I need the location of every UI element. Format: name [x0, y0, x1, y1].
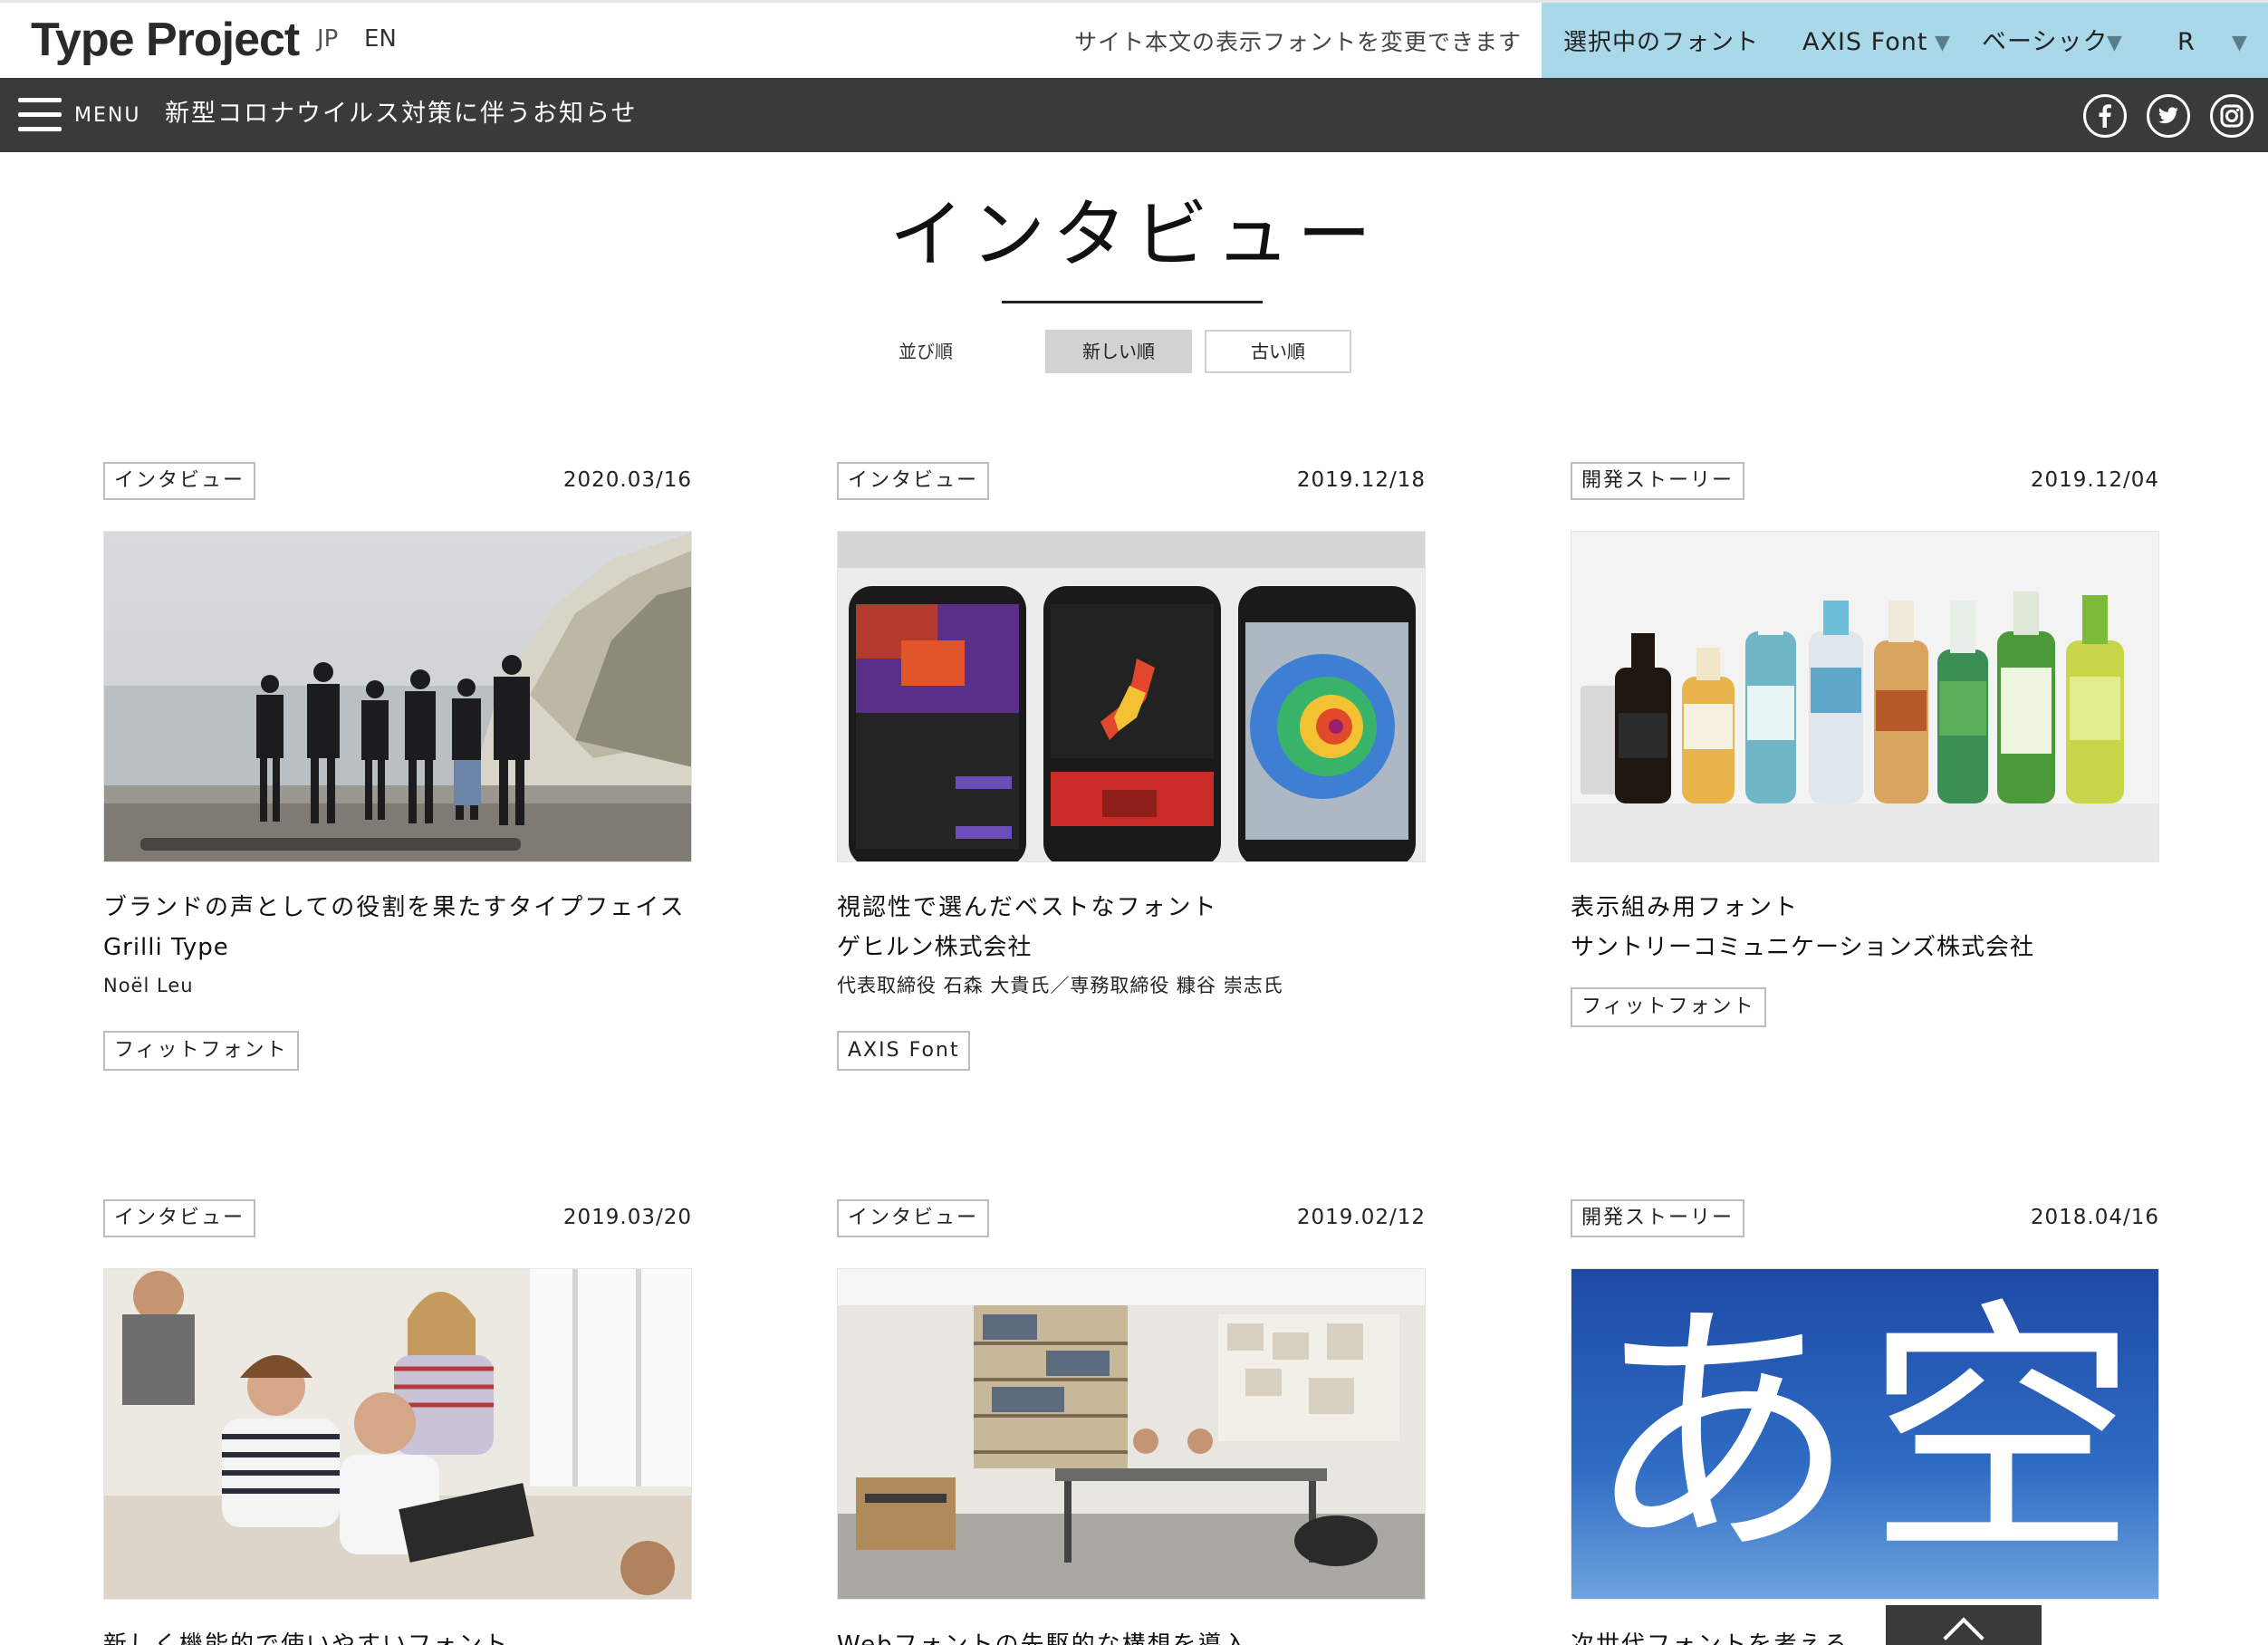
font-change-note: サイト本文の表示フォントを変更できます	[1074, 29, 1523, 55]
facebook-icon[interactable]	[2083, 94, 2127, 138]
selected-font-label: 選択中のフォント	[1563, 29, 1760, 56]
article-title[interactable]: ブランドの声としての役割を果たすタイプフェイス	[103, 890, 685, 926]
article-thumbnail[interactable]: あ空	[1571, 1268, 2159, 1600]
page-title: インタビュー	[889, 192, 1379, 278]
article-card[interactable]: 開発ストーリー 2018.04/16 あ空 次世代フォントを考える	[1571, 1199, 2159, 1645]
article-card[interactable]: インタビュー 2019.02/12 Webフォントの先駆的な構想を導入	[837, 1199, 1426, 1645]
chevron-up-icon	[1943, 1617, 1985, 1645]
article-title[interactable]: Webフォントの先駆的な構想を導入	[837, 1627, 1249, 1645]
article-title[interactable]: 表示組み用フォント	[1571, 890, 1799, 926]
article-card[interactable]: インタビュー 2019.12/18 視認性で選んだベストなフォント ゲヒルン株式…	[837, 462, 1426, 1078]
article-card[interactable]: 開発ストーリー 2019.12/04 表示組み用フォント サントリーコミュニケー…	[1571, 462, 2159, 1042]
article-thumbnail[interactable]	[103, 1268, 692, 1600]
category-tag[interactable]: 開発ストーリー	[1571, 1199, 1745, 1237]
category-tag[interactable]: インタビュー	[837, 462, 990, 500]
chevron-down-icon[interactable]: ▼	[2232, 28, 2247, 59]
article-card[interactable]: インタビュー 2020.03/16 ブランドの声としての役割を果たすタイプフェイ…	[103, 462, 692, 1078]
sort-newest-button[interactable]: 新しい順	[1045, 330, 1192, 373]
article-company: サントリーコミュニケーションズ株式会社	[1571, 934, 2034, 961]
font-selector-panel: 選択中のフォント AXIS Font ▼ ベーシック ▼ R ▼	[1542, 3, 2268, 81]
article-thumbnail[interactable]	[103, 531, 692, 862]
back-to-top-button[interactable]	[1886, 1605, 2042, 1645]
title-underline	[1002, 301, 1263, 303]
main-nav: MENU 新型コロナウイルス対策に伴うお知らせ	[0, 78, 2268, 152]
article-company: Grilli Type	[103, 934, 229, 961]
site-logo[interactable]: Type Project	[31, 8, 300, 72]
instagram-icon[interactable]	[2210, 94, 2254, 138]
font-tag[interactable]: フィットフォント	[1571, 987, 1766, 1027]
category-tag[interactable]: インタビュー	[837, 1199, 990, 1237]
font-family-select[interactable]: AXIS Font	[1802, 24, 1927, 61]
lang-en-link[interactable]: EN	[364, 21, 397, 57]
article-date: 2019.12/04	[2030, 468, 2159, 492]
article-title[interactable]: 視認性で選んだベストなフォント	[837, 890, 1218, 926]
chevron-down-icon[interactable]: ▼	[2107, 28, 2122, 59]
article-date: 2018.04/16	[2030, 1206, 2159, 1229]
font-tag[interactable]: AXIS Font	[837, 1031, 971, 1071]
article-date: 2019.02/12	[1296, 1206, 1426, 1229]
article-thumbnail[interactable]	[1571, 531, 2159, 862]
article-thumbnail[interactable]	[837, 1268, 1426, 1600]
article-title[interactable]: 次世代フォントを考える	[1571, 1627, 1849, 1645]
hamburger-menu-icon[interactable]	[18, 98, 62, 132]
font-weight-select[interactable]: ベーシック	[1982, 24, 2108, 61]
article-date: 2019.03/20	[562, 1206, 692, 1229]
article-date: 2019.12/18	[1296, 468, 1426, 492]
sort-label: 並び順	[899, 341, 953, 362]
article-title[interactable]: 新しく機能的で使いやすいフォント	[103, 1627, 509, 1645]
covid-notice-link[interactable]: 新型コロナウイルス対策に伴うお知らせ	[165, 96, 637, 132]
category-tag[interactable]: インタビュー	[103, 462, 256, 500]
category-tag[interactable]: 開発ストーリー	[1571, 462, 1745, 500]
article-person: 代表取締役 石森 大貴氏／専務取締役 糠谷 崇志氏	[837, 975, 1283, 996]
top-header: Type Project JP EN サイト本文の表示フォントを変更できます 選…	[0, 0, 2268, 81]
menu-label[interactable]: MENU	[74, 100, 140, 132]
font-tag[interactable]: フィットフォント	[103, 1031, 299, 1071]
article-date: 2020.03/16	[562, 468, 692, 492]
twitter-icon[interactable]	[2147, 94, 2190, 138]
category-tag[interactable]: インタビュー	[103, 1199, 256, 1237]
article-company: ゲヒルン株式会社	[837, 934, 1033, 961]
sort-oldest-button[interactable]: 古い順	[1205, 330, 1351, 373]
lang-jp-link[interactable]: JP	[317, 21, 338, 57]
article-card[interactable]: インタビュー 2019.03/20 新しく機能的で使いやすいフォント	[103, 1199, 692, 1645]
chevron-down-icon[interactable]: ▼	[1935, 28, 1950, 59]
font-style-select[interactable]: R	[2177, 24, 2196, 61]
thumb-glyphs: あ空	[1571, 1269, 2158, 1599]
article-person: Noël Leu	[103, 975, 194, 996]
article-thumbnail[interactable]	[837, 531, 1426, 862]
